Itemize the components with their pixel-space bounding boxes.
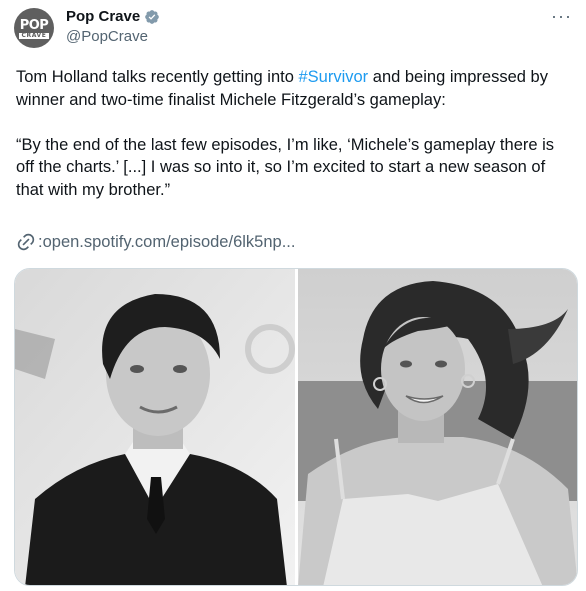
tweet-link[interactable]: : open.spotify.com/episode/6lk5np... [16, 232, 295, 252]
photo-left[interactable] [15, 269, 295, 585]
hashtag-link[interactable]: #Survivor [298, 68, 368, 86]
tweet-text-part-2: and being impressed by winner and two-ti… [16, 68, 555, 199]
author-display-name[interactable]: Pop Crave [66, 8, 140, 25]
avatar-text-top: POP [19, 18, 49, 33]
more-icon[interactable]: ··· [551, 6, 572, 27]
avatar[interactable]: POP CRAVE [14, 8, 54, 48]
photo-right[interactable] [297, 269, 577, 585]
link-icon [17, 233, 35, 251]
verified-badge-icon [145, 9, 160, 24]
photo-left-image [15, 269, 295, 585]
link-text[interactable]: open.spotify.com/episode/6lk5np... [43, 233, 296, 252]
tweet-text: Tom Holland talks recently getting into … [16, 66, 572, 201]
tweet-text-part-1: Tom Holland talks recently getting into [16, 68, 299, 86]
photo-right-image [297, 269, 577, 585]
avatar-text-bottom: CRAVE [19, 32, 49, 39]
author-handle[interactable]: @PopCrave [66, 28, 148, 45]
author-name-row: Pop Crave [66, 8, 160, 25]
media-grid[interactable] [14, 268, 578, 586]
